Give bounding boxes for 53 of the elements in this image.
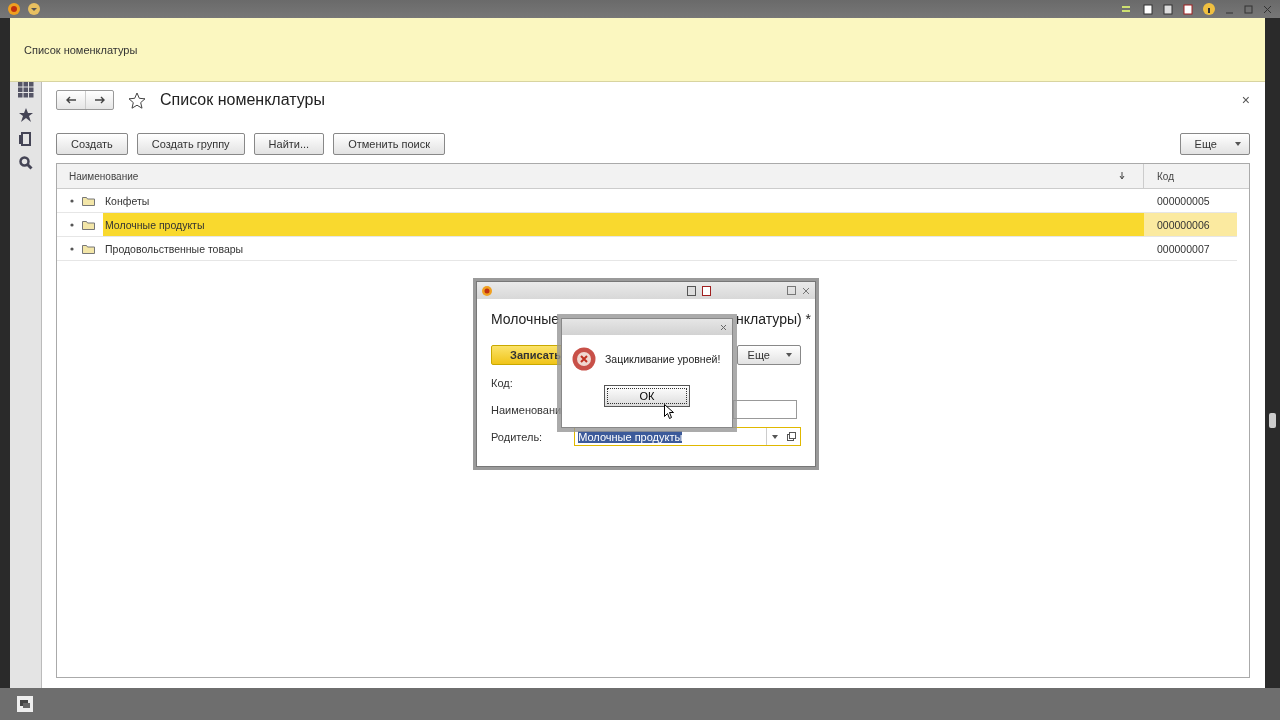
field-label: Родитель: xyxy=(491,430,543,443)
close-icon[interactable] xyxy=(720,323,727,331)
toolbar-button[interactable]: Создать группу xyxy=(136,133,245,155)
error-icon xyxy=(572,347,596,371)
menu-icon[interactable] xyxy=(28,3,40,15)
folder-icon xyxy=(82,195,95,206)
maximize-icon[interactable] xyxy=(787,286,796,295)
open-icon[interactable] xyxy=(787,432,796,441)
folder-icon xyxy=(82,243,95,254)
close-icon[interactable] xyxy=(1263,4,1272,14)
cursor-icon xyxy=(664,404,674,419)
sort-arrow-icon[interactable] xyxy=(1119,172,1125,180)
info-icon[interactable] xyxy=(1203,3,1215,15)
table-cell[interactable]: 000000007 xyxy=(1157,242,1210,255)
field-label: Код: xyxy=(491,376,513,389)
form-title: Список номенклатуры xyxy=(160,91,325,109)
field-label: Наименовани xyxy=(491,403,562,416)
caret-icon[interactable] xyxy=(772,434,778,439)
form-heading: нклатуры) * xyxy=(736,311,811,327)
table-cell[interactable]: Конфеты xyxy=(103,191,152,210)
close-icon[interactable] xyxy=(802,286,810,295)
alert-message: Зацикливание уровней! xyxy=(605,353,721,365)
document-icon[interactable] xyxy=(1143,3,1153,15)
toolbar-button[interactable]: Создать xyxy=(56,133,128,155)
column-header[interactable]: Наименование xyxy=(69,170,139,182)
search-icon[interactable] xyxy=(18,156,33,170)
scrollbar-thumb[interactable] xyxy=(1269,413,1276,428)
star-icon[interactable] xyxy=(18,108,33,122)
toolbar-button[interactable]: Найти... xyxy=(253,133,325,155)
document-icon[interactable] xyxy=(19,132,32,146)
folder-icon xyxy=(82,219,95,230)
expand-icon[interactable] xyxy=(70,198,74,203)
caret-icon xyxy=(786,353,792,357)
grid-icon[interactable] xyxy=(17,82,34,98)
section-title[interactable]: Список номенклатуры xyxy=(24,43,138,56)
table-cell[interactable]: Продовольственные товары xyxy=(103,239,246,258)
caret-icon xyxy=(1235,142,1241,146)
logo-icon xyxy=(482,285,492,296)
table-cell[interactable]: Молочные продукты xyxy=(103,215,207,234)
expand-icon[interactable] xyxy=(70,222,74,227)
star-icon[interactable] xyxy=(128,91,146,109)
form-heading: Молочные xyxy=(491,311,559,327)
logo-icon[interactable] xyxy=(8,3,20,15)
close-button[interactable]: × xyxy=(1241,92,1250,108)
forward-arrow-icon xyxy=(93,96,106,104)
ok-button[interactable]: ОК xyxy=(604,385,690,407)
table-cell[interactable]: 000000005 xyxy=(1157,194,1210,207)
column-header[interactable]: Код xyxy=(1157,170,1174,182)
expand-icon[interactable] xyxy=(70,246,74,251)
toolbar-button[interactable]: Отменить поиск xyxy=(333,133,445,155)
back-arrow-icon xyxy=(65,96,77,104)
more-button[interactable]: Еще xyxy=(1179,133,1250,155)
more-button[interactable]: Еще xyxy=(736,345,801,365)
